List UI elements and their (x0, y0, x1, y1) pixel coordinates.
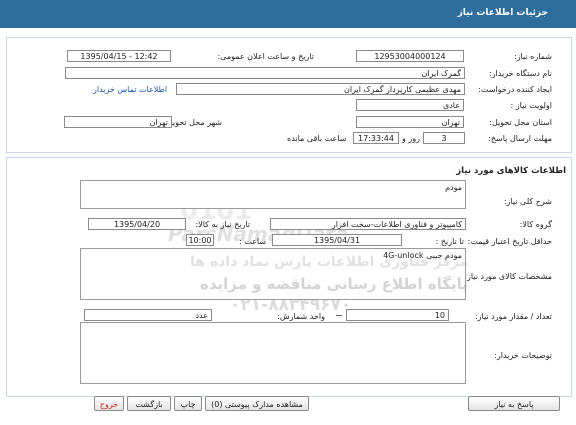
time-field[interactable]: 10:00 (186, 234, 214, 246)
buyer-contact-link[interactable]: اطلاعات تماس خریدار (93, 85, 167, 94)
print-button[interactable]: چاپ (174, 396, 202, 411)
priority-label: اولویت نیاز : (510, 101, 552, 110)
need-number-field[interactable]: 12953004000124 (356, 50, 464, 62)
need-date-label: تاریخ نیاز به کالا: (195, 220, 250, 229)
qty-label: تعداد / مقدار مورد نیاز: (474, 312, 552, 321)
qty-field[interactable]: 10 (346, 309, 449, 321)
deadline-time-field[interactable]: 17:33:44 (353, 132, 399, 144)
title-bar: جزئیات اطلاعات نیاز (0, 0, 576, 28)
back-button[interactable]: بازگشت (127, 396, 171, 411)
buyer-label: نام دستگاه خریدار: (489, 69, 552, 78)
unit-label: واحد شمارش: (277, 312, 325, 321)
until-date-label: تا تاریخ : (435, 237, 464, 246)
deadline-label: مهلت ارسال پاسخ: (488, 134, 552, 143)
reply-button[interactable]: پاسخ به نیاز (468, 396, 560, 411)
exit-button[interactable]: خروج (94, 396, 124, 411)
remaining-text: ساعت باقی مانده (287, 134, 347, 143)
city-field[interactable]: تهران (64, 116, 172, 128)
buyer-field[interactable]: گمرک ایران (65, 67, 465, 79)
creator-field[interactable]: مهدی عظیمی کارپرداز گمرک ایران (176, 83, 465, 95)
time-label: ساعت : (238, 237, 266, 246)
buyer-notes-field[interactable] (80, 322, 466, 384)
until-date-field[interactable]: 1395/04/31 (272, 234, 402, 246)
summary-label: شرح کلی نیاز: (503, 197, 552, 206)
deadline-days-field[interactable]: 3 (423, 132, 465, 144)
goods-group-field[interactable]: کامپیوتر و فناوری اطلاعات-سخت افزار (270, 218, 466, 230)
need-number-label: شماره نیاز: (514, 52, 552, 61)
min-validity-label: حداقل تاریخ اعتبار قیمت: (467, 237, 552, 246)
window-title: جزئیات اطلاعات نیاز (457, 8, 548, 18)
province-label: استان محل تحویل: (489, 118, 552, 127)
attachments-button[interactable]: مشاهده مدارک پیوستی (0) (205, 396, 309, 411)
days-and-text: روز و (402, 134, 420, 143)
province-field[interactable]: تهران (356, 116, 464, 128)
need-date-field[interactable]: 1395/04/20 (88, 218, 186, 230)
specs-label: مشخصات کالای مورد نیاز: (464, 272, 552, 281)
specs-field[interactable]: مودم جیبی 4G-unlock (80, 248, 466, 300)
goods-group-label: گروه کالا: (519, 220, 552, 229)
announce-date-label: تاریخ و ساعت اعلان عمومی: (217, 52, 314, 61)
range-dash (336, 315, 342, 316)
unit-field[interactable]: عدد (84, 309, 212, 321)
priority-field[interactable]: عادی (356, 99, 464, 111)
summary-field[interactable]: مودم (80, 180, 466, 209)
city-label: شهر محل تحویل: (164, 118, 222, 127)
announce-date-field[interactable]: 1395/04/15 - 12:42 (67, 50, 171, 62)
goods-section-title: اطلاعات کالاهای مورد نیاز (456, 166, 566, 176)
buyer-notes-label: توضیحات خریدار: (494, 351, 552, 360)
creator-label: ایجاد کننده درخواست: (478, 85, 552, 94)
